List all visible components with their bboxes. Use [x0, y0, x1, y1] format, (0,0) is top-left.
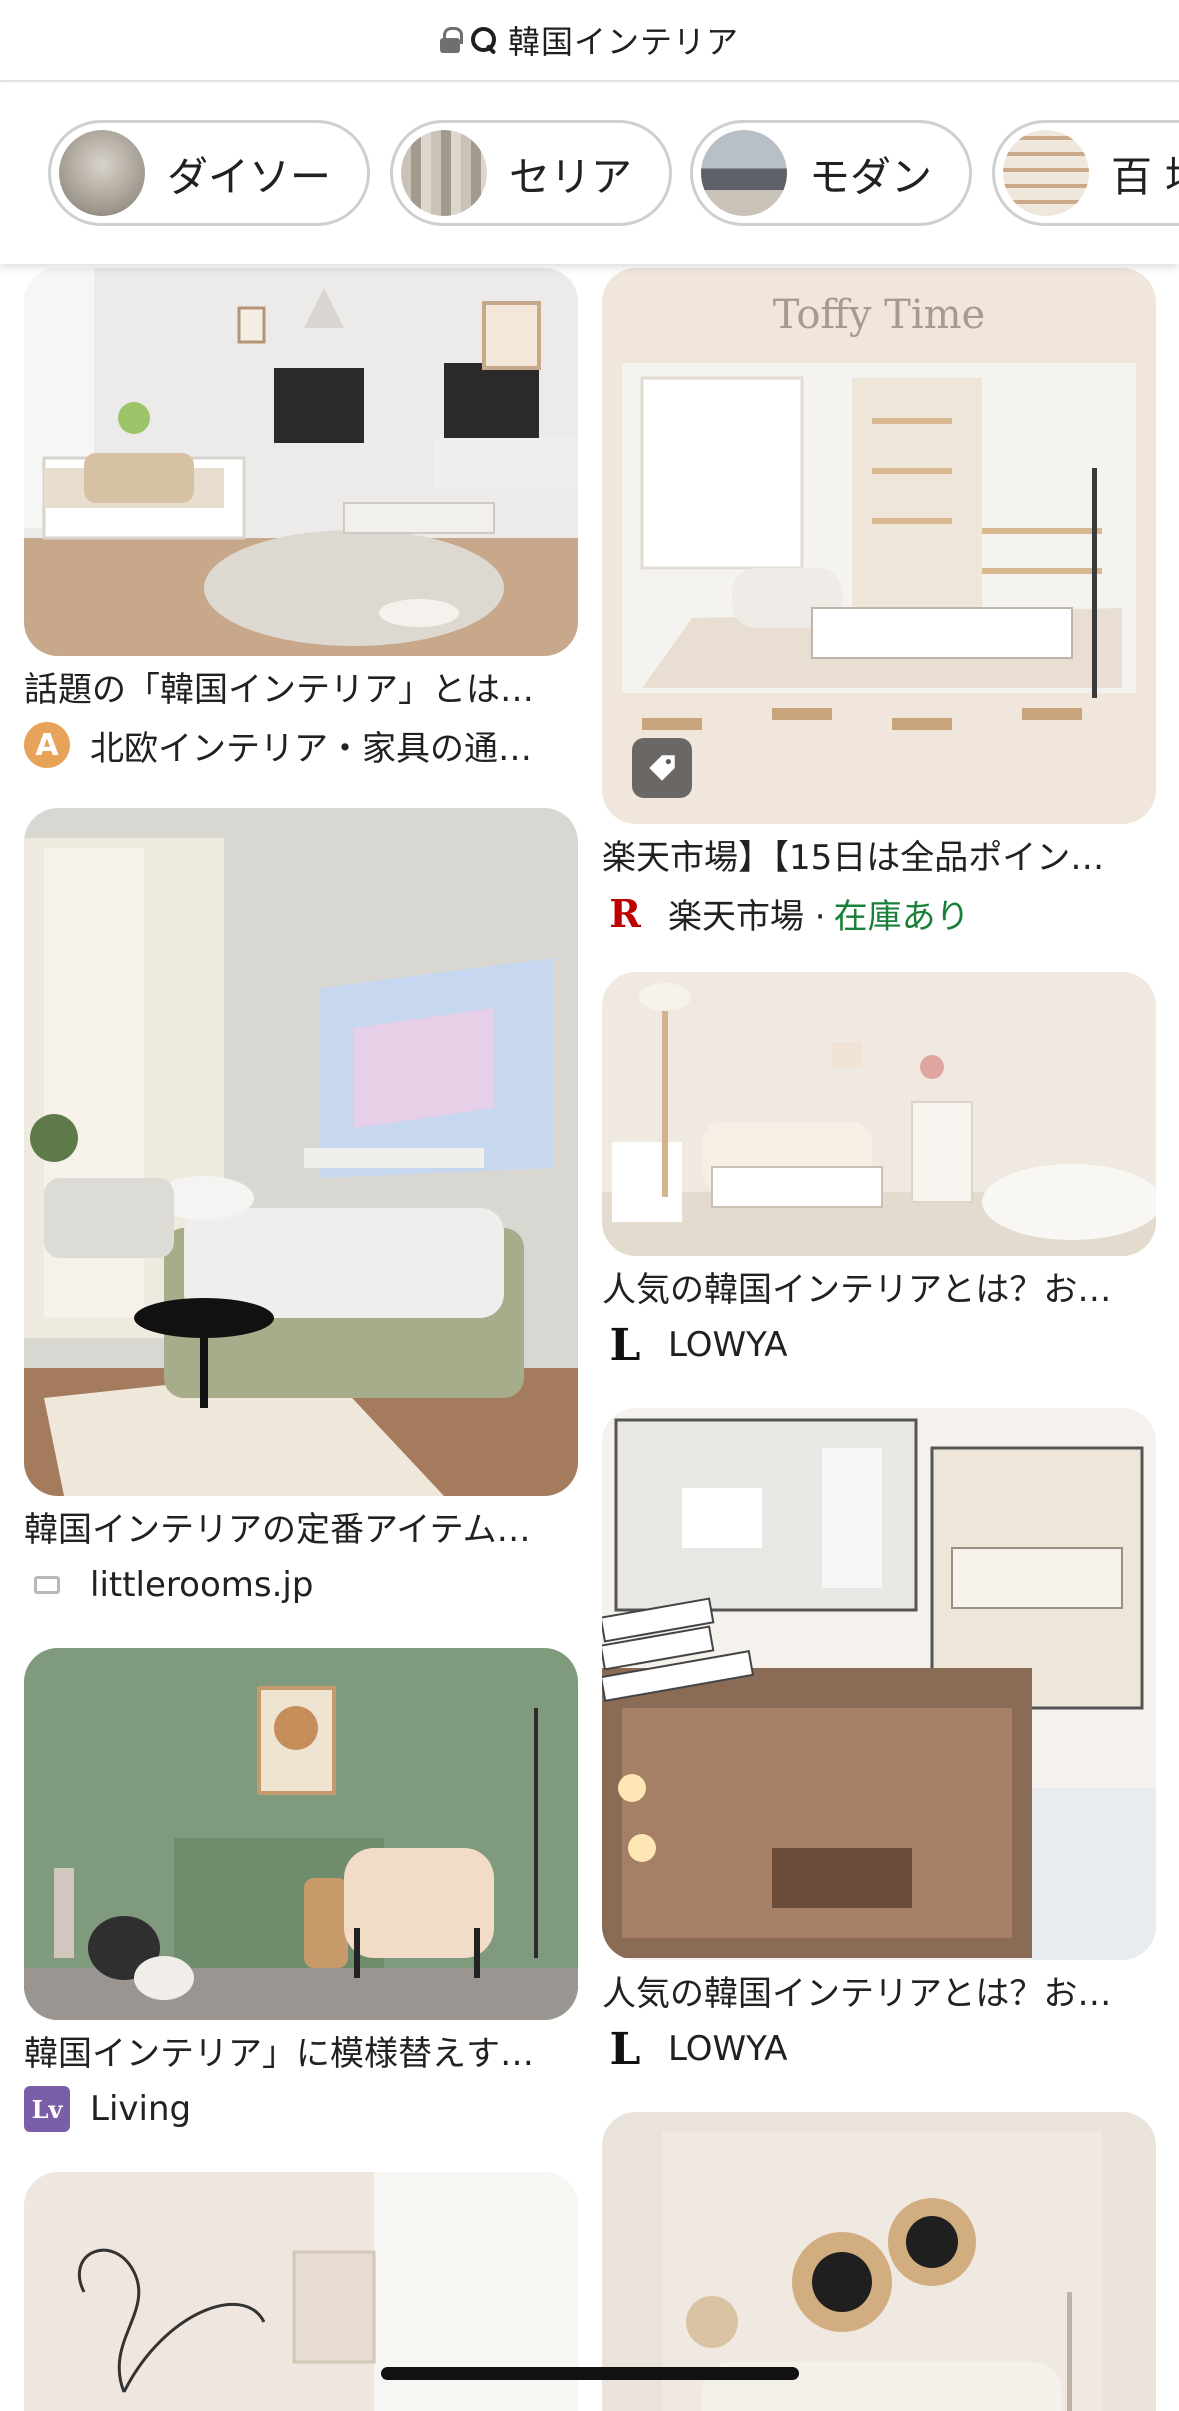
result-source: A 北欧インテリア・家具の通…	[24, 720, 578, 770]
result-title: 話題の「韓国インテリア」とは…	[24, 670, 534, 710]
result-source: R 楽天市場 · 在庫あり	[602, 888, 1156, 938]
room-photo	[602, 972, 1156, 1256]
result-source: L LOWYA	[602, 1320, 1156, 1370]
result-card[interactable]: 人気の韓国インテリアとは？お… L LOWYA	[602, 1408, 1156, 2074]
result-image[interactable]	[24, 808, 578, 1496]
source-name: 北欧インテリア・家具の通…	[90, 728, 532, 769]
lock-icon	[439, 27, 463, 53]
result-card[interactable]: 人気の韓国インテリアとは？お… L LOWYA	[602, 972, 1156, 1370]
tag-icon	[632, 738, 692, 798]
chip-label: 百 均	[1111, 153, 1179, 201]
stock-status: 在庫あり	[833, 896, 970, 937]
chip-daiso[interactable]: ダイソー	[48, 120, 370, 226]
site-favicon	[24, 1562, 70, 1608]
result-card[interactable]: 韓国インテリア」に模様替えす… Lv Living	[24, 1648, 578, 2134]
chip-hyakkin[interactable]: 百 均	[992, 120, 1179, 226]
result-title: 楽天市場】【15日は全品ポイン…	[602, 838, 1105, 878]
result-source: littlerooms.jp	[24, 1560, 578, 1610]
room-photo	[602, 1408, 1156, 1960]
source-name: 楽天市場 ·	[668, 896, 826, 937]
result-image[interactable]	[24, 1648, 578, 2020]
result-card[interactable]: Toffy Time 楽天市場】【15日は全品ポイン… R 楽天市場 · 在庫あ…	[602, 268, 1156, 938]
source-name: Living	[90, 2089, 192, 2129]
site-favicon: Lv	[24, 2086, 70, 2132]
chip-thumbnail	[1003, 130, 1089, 216]
address-bar[interactable]: 韓国インテリア	[0, 0, 1179, 82]
chip-thumbnail	[59, 130, 145, 216]
site-favicon: L	[609, 2024, 641, 2074]
result-title: 韓国インテリア」に模様替えす…	[24, 2034, 534, 2074]
result-title: 韓国インテリアの定番アイテム…	[24, 1510, 531, 1550]
result-card[interactable]: 話題の「韓国インテリア」とは… A 北欧インテリア・家具の通…	[24, 268, 578, 770]
source-name: LOWYA	[668, 1325, 788, 1365]
site-favicon: A	[24, 722, 70, 768]
source-name: LOWYA	[668, 2029, 788, 2069]
room-photo	[24, 1648, 578, 2020]
home-indicator[interactable]	[381, 2367, 799, 2380]
result-image[interactable]	[24, 268, 578, 656]
site-favicon: R	[609, 890, 641, 936]
site-favicon: L	[609, 1320, 641, 1370]
room-photo	[24, 268, 578, 656]
chip-seria[interactable]: セリア	[390, 120, 672, 226]
related-search-chips: ダイソー セリア モダン 百 均	[0, 84, 1179, 264]
image-brand-text: Toffy Time	[772, 292, 986, 338]
chip-thumbnail	[701, 130, 787, 216]
room-photo	[24, 808, 578, 1496]
chip-label: セリア	[509, 153, 632, 201]
search-query: 韓国インテリア	[507, 23, 739, 61]
result-image[interactable]	[602, 1408, 1156, 1960]
chip-modern[interactable]: モダン	[690, 120, 972, 226]
result-title: 人気の韓国インテリアとは？お…	[602, 1270, 1112, 1310]
chip-label: モダン	[809, 153, 932, 201]
search-icon	[470, 26, 498, 54]
result-image[interactable]: Toffy Time	[602, 268, 1156, 824]
chip-label: ダイソー	[167, 153, 331, 201]
source-name: littlerooms.jp	[90, 1565, 314, 1605]
chip-thumbnail	[401, 130, 487, 216]
result-title: 人気の韓国インテリアとは？お…	[602, 1974, 1112, 2014]
result-card[interactable]: 韓国インテリアの定番アイテム… littlerooms.jp	[24, 808, 578, 1610]
result-source: L LOWYA	[602, 2024, 1156, 2074]
result-image[interactable]	[602, 972, 1156, 1256]
result-source: Lv Living	[24, 2084, 578, 2134]
